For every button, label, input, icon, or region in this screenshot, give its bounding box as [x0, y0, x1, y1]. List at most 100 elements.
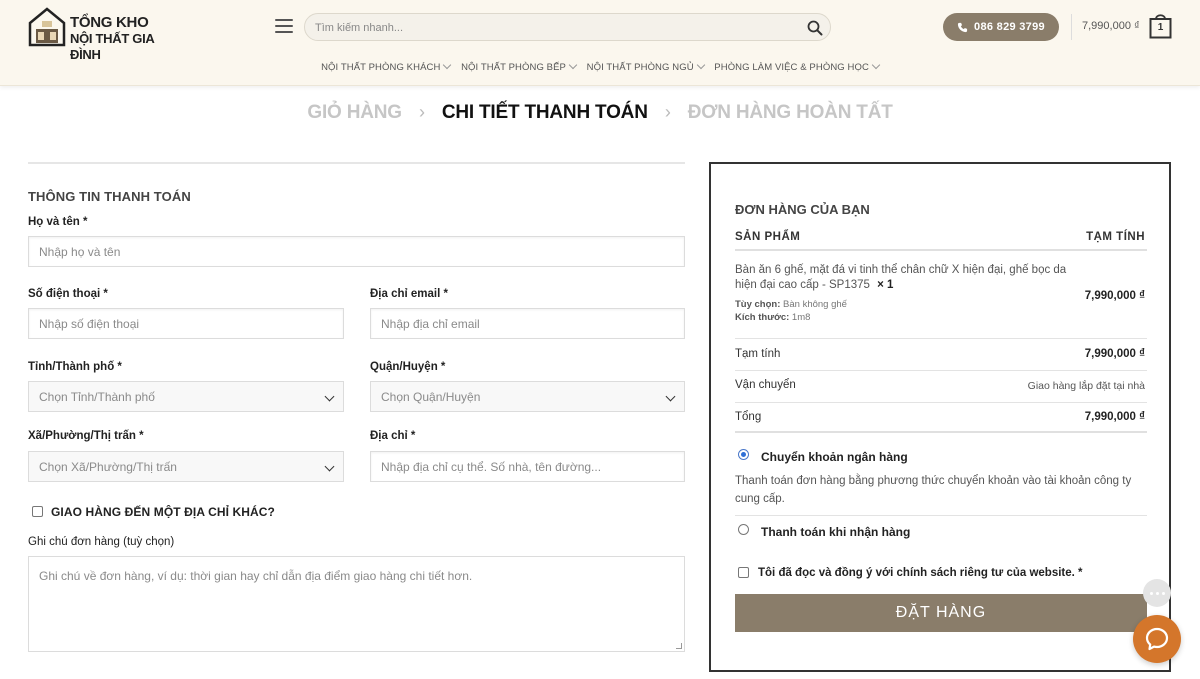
site-header: TỔNG KHO NỘI THẤT GIA ĐÌNH 086 829 3799 … — [0, 0, 1200, 86]
name-field — [28, 236, 685, 267]
option-label: Tùy chọn: — [735, 299, 781, 310]
ward-select[interactable]: Chọn Xã/Phường/Thị trấn — [28, 451, 344, 482]
order-summary-panel: ĐƠN HÀNG CỦA BẠN SẢN PHẨM TẠM TÍNH Bàn ă… — [709, 162, 1171, 672]
total-value: 7,990,000 ₫ — [1084, 411, 1145, 423]
cart-total[interactable]: 7,990,000 ₫ — [1082, 20, 1140, 32]
chevron-right-icon: › — [664, 102, 671, 122]
district-label: Quận/Huyện * — [370, 361, 446, 373]
ship-different-checkbox[interactable] — [32, 506, 43, 517]
subtotal-value: 7,990,000 ₫ — [1084, 348, 1145, 360]
province-select-value: Chọn Tỉnh/Thành phố — [39, 390, 155, 404]
main-nav: NỘI THẤT PHÒNG KHÁCH NỘI THẤT PHÒNG BẾP … — [0, 60, 1200, 78]
chevron-down-icon — [696, 60, 705, 70]
address-label: Địa chỉ * — [370, 430, 416, 442]
shipping-value: Giao hàng lắp đặt tại nhà — [1027, 380, 1145, 392]
chat-button[interactable] — [1133, 615, 1181, 663]
chevron-down-icon — [443, 60, 452, 70]
breadcrumb-checkout[interactable]: CHI TIẾT THANH TOÁN — [442, 102, 648, 124]
phone-field — [28, 308, 344, 339]
col-subtotal-header: TẠM TÍNH — [1086, 231, 1145, 243]
more-options-icon[interactable] — [1143, 579, 1171, 607]
size-value: 1m8 — [791, 312, 811, 323]
phone-button[interactable]: 086 829 3799 — [943, 13, 1059, 41]
product-name: Bàn ăn 6 ghế, mặt đá vi tinh thể chân ch… — [735, 264, 1067, 291]
notes-label: Ghi chú đơn hàng (tuỳ chọn) — [28, 536, 175, 548]
product-quantity: × 1 — [877, 279, 894, 291]
phone-input[interactable] — [29, 309, 343, 338]
search-input[interactable] — [315, 18, 795, 38]
email-field — [370, 308, 685, 339]
product-option: Tùy chọn: Bàn không ghế — [735, 299, 847, 310]
menu-icon[interactable] — [275, 19, 293, 33]
terms-label[interactable]: Tôi đã đọc và đồng ý với chính sách riên… — [758, 567, 1083, 579]
product-size: Kích thước: 1m8 — [735, 312, 810, 323]
nav-item-bedroom[interactable]: NỘI THẤT PHÒNG NGỦ — [586, 60, 705, 73]
province-label: Tỉnh/Thành phố * — [28, 361, 122, 373]
divider — [735, 249, 1147, 251]
header-divider — [1071, 14, 1072, 40]
search-bar — [304, 13, 831, 41]
cart-count-badge: 1 — [1157, 22, 1164, 33]
ward-label: Xã/Phường/Thị trấn * — [28, 430, 144, 442]
chevron-down-icon — [665, 391, 676, 402]
nav-label: NỘI THẤT PHÒNG KHÁCH — [321, 62, 441, 73]
divider — [735, 402, 1147, 403]
divider — [735, 515, 1147, 516]
payment-cod-label[interactable]: Thanh toán khi nhận hàng — [761, 525, 910, 539]
chat-bubble-icon — [1145, 627, 1169, 651]
size-label: Kích thước: — [735, 312, 790, 323]
notes-textarea[interactable] — [29, 557, 684, 651]
billing-title: THÔNG TIN THANH TOÁN — [28, 189, 191, 204]
subtotal-label: Tạm tính — [735, 348, 781, 360]
nav-label: NỘI THẤT PHÒNG BẾP — [461, 62, 566, 73]
breadcrumb-cart[interactable]: GIỎ HÀNG — [307, 102, 402, 124]
divider — [735, 338, 1147, 339]
resize-handle[interactable] — [676, 643, 682, 649]
chevron-right-icon: › — [418, 102, 425, 122]
phone-icon — [957, 22, 968, 32]
notes-field — [28, 556, 685, 652]
divider — [28, 162, 685, 164]
address-field — [370, 451, 685, 482]
nav-item-kitchen[interactable]: NỘI THẤT PHÒNG BẾP — [461, 60, 578, 73]
option-value: Bàn không ghế — [783, 299, 847, 310]
checkout-breadcrumb: GIỎ HÀNG › CHI TIẾT THANH TOÁN › ĐƠN HÀN… — [0, 102, 1200, 124]
product-price: 7,990,000 ₫ — [1084, 290, 1145, 302]
order-title: ĐƠN HÀNG CỦA BẠN — [735, 202, 870, 217]
chevron-down-icon — [324, 391, 335, 402]
terms-checkbox[interactable] — [738, 567, 749, 578]
nav-item-living-room[interactable]: NỘI THẤT PHÒNG KHÁCH — [321, 60, 452, 73]
logo-line-1: TỔNG KHO — [70, 14, 149, 31]
nav-item-office[interactable]: PHÒNG LÀM VIỆC & PHÒNG HỌC — [714, 60, 881, 73]
logo-line-2: NỘI THẤT GIA ĐÌNH — [70, 31, 155, 62]
product-line: Bàn ăn 6 ghế, mặt đá vi tinh thể chân ch… — [735, 263, 1075, 293]
province-select[interactable]: Chọn Tỉnh/Thành phố — [28, 381, 344, 412]
district-select-value: Chọn Quận/Huyện — [381, 390, 481, 404]
phone-number: 086 829 3799 — [974, 21, 1045, 33]
breadcrumb-complete: ĐƠN HÀNG HOÀN TẤT — [687, 102, 893, 123]
place-order-button[interactable]: ĐẶT HÀNG — [735, 594, 1147, 632]
payment-bank-label[interactable]: Chuyển khoản ngân hàng — [761, 450, 908, 464]
chevron-down-icon — [324, 461, 335, 472]
address-input[interactable] — [371, 452, 684, 481]
district-select[interactable]: Chọn Quận/Huyện — [370, 381, 685, 412]
payment-bank-description: Thanh toán đơn hàng bằng phương thức chu… — [735, 475, 1132, 505]
payment-cod-radio[interactable] — [738, 524, 749, 535]
name-input[interactable] — [29, 237, 684, 266]
logo-house-icon — [28, 7, 66, 47]
shipping-label: Vận chuyển — [735, 379, 796, 391]
email-label: Địa chỉ email * — [370, 288, 448, 300]
payment-bank-radio[interactable] — [738, 449, 749, 460]
divider — [735, 431, 1147, 433]
ward-select-value: Chọn Xã/Phường/Thị trấn — [39, 460, 177, 474]
divider — [735, 370, 1147, 371]
site-logo[interactable]: TỔNG KHO NỘI THẤT GIA ĐÌNH — [28, 7, 178, 62]
search-icon[interactable] — [806, 19, 824, 37]
logo-text: TỔNG KHO NỘI THẤT GIA ĐÌNH — [70, 15, 178, 63]
ship-different-label[interactable]: GIAO HÀNG ĐẾN MỘT ĐỊA CHỈ KHÁC? — [51, 505, 275, 519]
col-product-header: SẢN PHẨM — [735, 231, 801, 243]
nav-label: NỘI THẤT PHÒNG NGỦ — [586, 62, 694, 73]
name-label: Họ và tên * — [28, 216, 88, 228]
total-label: Tổng — [735, 411, 762, 423]
email-input[interactable] — [371, 309, 684, 338]
